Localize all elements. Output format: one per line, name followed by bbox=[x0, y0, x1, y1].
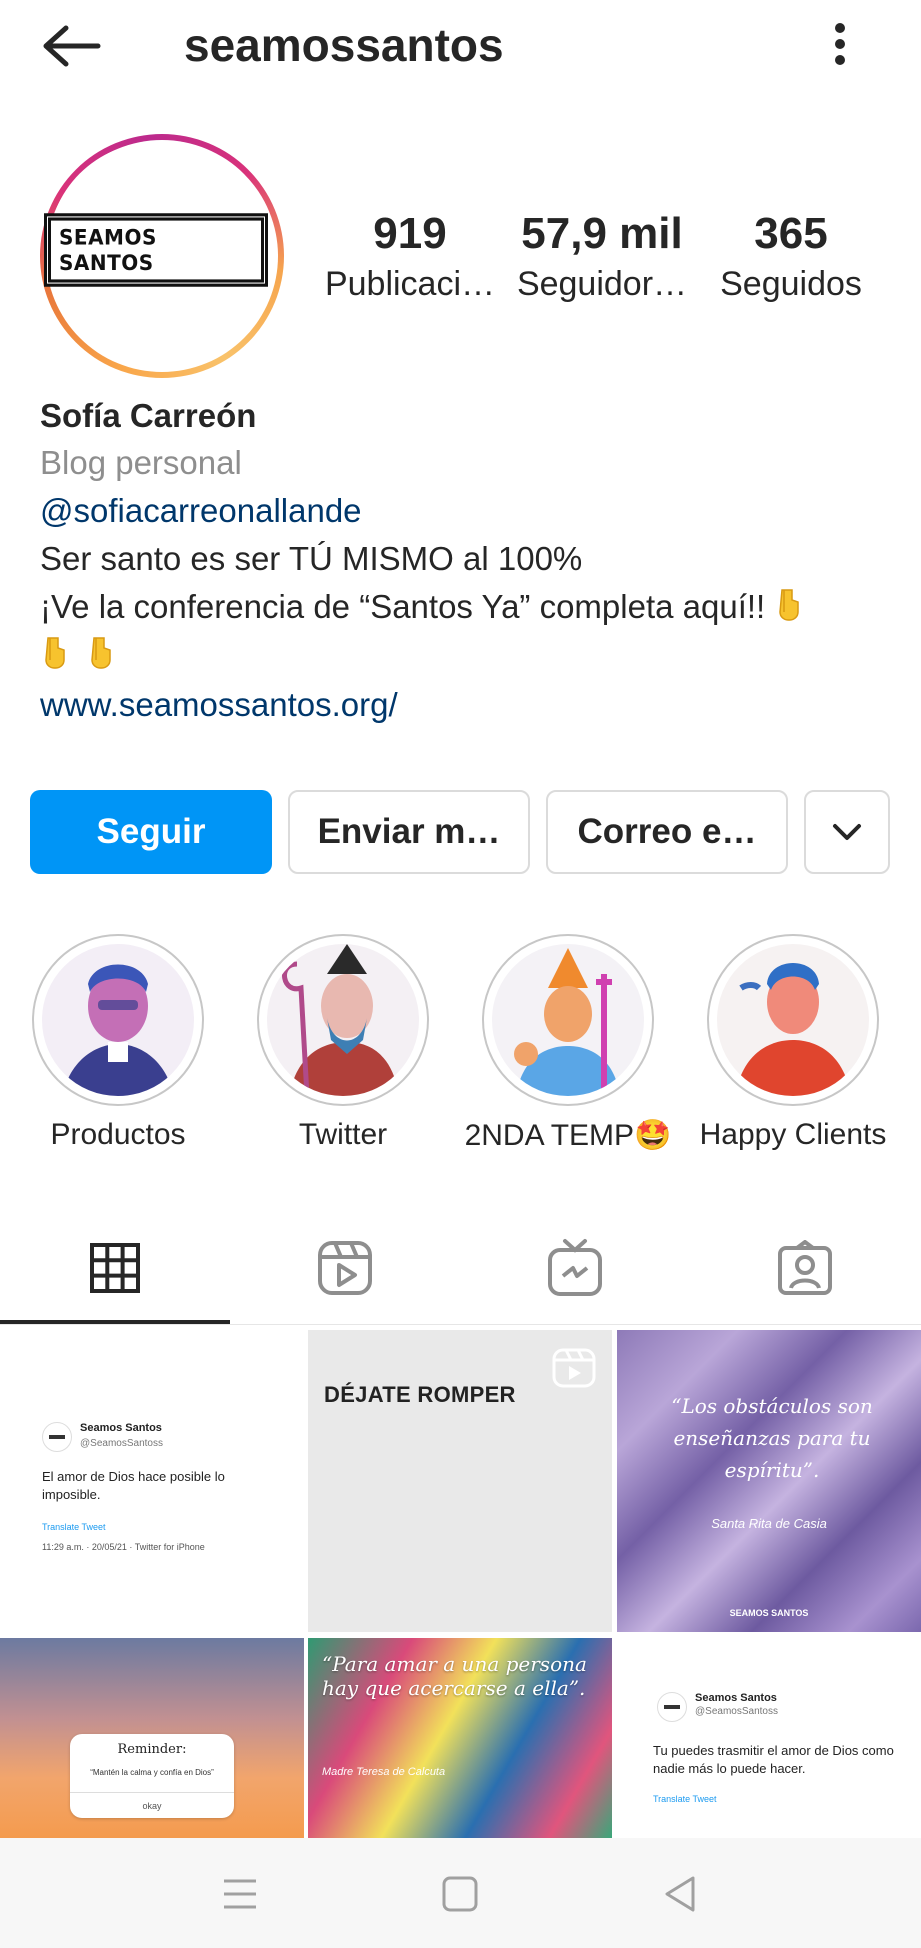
highlight-productos[interactable]: Productos bbox=[30, 934, 206, 1151]
profile-mention-link[interactable]: @sofiacarreonallande bbox=[40, 492, 362, 530]
highlight-twitter[interactable]: Twitter bbox=[255, 934, 431, 1151]
stat-posts-label: Publicaci… bbox=[324, 265, 496, 303]
menu-icon[interactable] bbox=[208, 1862, 272, 1926]
stat-posts-value: 919 bbox=[373, 209, 447, 258]
grid-icon bbox=[90, 1243, 140, 1293]
more-options-icon[interactable] bbox=[826, 18, 854, 86]
highlight-cover-image bbox=[717, 944, 869, 1096]
tweet-text: El amor de Dios hace posible lo imposibl… bbox=[42, 1469, 225, 1502]
highlight-cover-image bbox=[42, 944, 194, 1096]
post-quote-santa-rita[interactable]: “Los obstáculos son enseñanzas para tu e… bbox=[617, 1330, 921, 1632]
tab-reels[interactable] bbox=[230, 1212, 460, 1324]
post-reel-dejate-romper[interactable]: DÉJATE ROMPER bbox=[308, 1330, 612, 1632]
post-quote-madre-teresa[interactable]: “Para amar a una persona hay que acercar… bbox=[308, 1638, 612, 1838]
post-quote-author: Madre Teresa de Calcuta bbox=[322, 1766, 446, 1778]
profile-username: seamossantos bbox=[184, 19, 504, 71]
profile-website-link[interactable]: www.seamossantos.org/ bbox=[40, 686, 398, 724]
tweet-text: Tu puedes trasmitir el amor de Dios como… bbox=[653, 1743, 894, 1776]
post-quote: “Para amar a una persona hay que acercar… bbox=[322, 1652, 587, 1700]
tweet-author: Seamos Santos bbox=[695, 1692, 777, 1704]
profile-category: Blog personal bbox=[40, 444, 242, 481]
active-tab-indicator bbox=[0, 1320, 230, 1324]
system-navigation-bar bbox=[0, 1838, 921, 1948]
pointing-down-emoji-icon bbox=[86, 636, 116, 670]
pointing-down-emoji-icon bbox=[774, 588, 804, 622]
stat-following-label: Seguidos bbox=[720, 265, 862, 303]
tweet-translate: Translate Tweet bbox=[42, 1522, 106, 1532]
bio-line-2-text: ¡Ve la conferencia de “Santos Ya” comple… bbox=[40, 588, 766, 625]
post-reminder-sunset[interactable]: Reminder: “Mantén la calma y confía en D… bbox=[0, 1638, 304, 1838]
bio-line-2: ¡Ve la conferencia de “Santos Ya” comple… bbox=[40, 588, 804, 626]
suggested-dropdown-button[interactable] bbox=[804, 790, 890, 874]
profile-tabs bbox=[0, 1212, 921, 1325]
reminder-card: Reminder: “Mantén la calma y confía en D… bbox=[70, 1734, 234, 1818]
stat-posts[interactable]: 919 Publicaci… bbox=[318, 206, 502, 306]
top-bar: seamossantos bbox=[0, 0, 921, 100]
stat-followers-value: 57,9 mil bbox=[521, 209, 683, 258]
tweet-handle: @SeamosSantoss bbox=[695, 1706, 778, 1717]
chevron-down-icon bbox=[833, 824, 861, 840]
tab-posts-grid[interactable] bbox=[0, 1212, 230, 1324]
stat-following[interactable]: 365 Seguidos bbox=[706, 206, 876, 306]
avatar-logo: SEAMOS SANTOS bbox=[48, 217, 264, 283]
stat-followers-label: Seguidor… bbox=[516, 265, 688, 303]
bio-line-3 bbox=[40, 636, 116, 671]
highlight-happy-clients[interactable]: Happy Clients bbox=[700, 934, 886, 1151]
message-button[interactable]: Enviar m… bbox=[288, 790, 530, 874]
tweet-handle: @SeamosSantoss bbox=[80, 1438, 163, 1449]
tab-igtv[interactable] bbox=[460, 1212, 690, 1324]
reminder-ok: okay bbox=[70, 1792, 234, 1819]
post-caption: DÉJATE ROMPER bbox=[324, 1382, 516, 1407]
bio-line-1: Ser santo es ser TÚ MISMO al 100% bbox=[40, 540, 583, 577]
home-square-icon[interactable] bbox=[428, 1862, 492, 1926]
back-arrow-icon[interactable] bbox=[38, 22, 106, 70]
highlight-label: Productos bbox=[50, 1118, 186, 1151]
tab-tagged[interactable] bbox=[690, 1212, 920, 1324]
profile-avatar[interactable]: SEAMOS SANTOS bbox=[40, 134, 284, 378]
highlight-label: 2NDA TEMP🤩 bbox=[464, 1119, 672, 1152]
stat-following-value: 365 bbox=[754, 209, 828, 258]
tweet-avatar bbox=[657, 1692, 687, 1722]
tweet-avatar bbox=[42, 1422, 72, 1452]
highlight-label: Twitter bbox=[298, 1118, 388, 1151]
profile-name: Sofía Carreón bbox=[40, 397, 257, 434]
highlight-2nda-temp[interactable]: 2NDA TEMP🤩 bbox=[465, 934, 671, 1152]
follow-button[interactable]: Seguir bbox=[30, 790, 272, 874]
post-tweet-2[interactable]: Seamos Santos @SeamosSantoss Tu puedes t… bbox=[617, 1638, 921, 1838]
reel-badge-icon bbox=[552, 1348, 596, 1388]
post-quote: “Los obstáculos son enseñanzas para tu e… bbox=[671, 1394, 873, 1482]
email-button[interactable]: Correo e… bbox=[546, 790, 788, 874]
post-quote-author: Santa Rita de Casia bbox=[711, 1516, 827, 1531]
tweet-author: Seamos Santos bbox=[80, 1422, 162, 1434]
igtv-icon bbox=[548, 1239, 602, 1296]
highlight-label: Happy Clients bbox=[699, 1118, 887, 1151]
post-brand: SEAMOS SANTOS bbox=[729, 1608, 809, 1618]
reminder-text: “Mantén la calma y confía en Dios” bbox=[90, 1768, 214, 1777]
tweet-translate: Translate Tweet bbox=[653, 1794, 717, 1804]
back-triangle-icon[interactable] bbox=[648, 1862, 712, 1926]
post-tweet-1[interactable]: Seamos Santos @SeamosSantoss El amor de … bbox=[0, 1330, 304, 1632]
highlight-cover-image bbox=[492, 944, 644, 1096]
reminder-title: Reminder: bbox=[117, 1742, 187, 1757]
tagged-user-icon bbox=[778, 1240, 832, 1295]
tweet-meta: 11:29 a.m. · 20/05/21 · Twitter for iPho… bbox=[42, 1542, 205, 1552]
pointing-down-emoji-icon bbox=[40, 636, 70, 670]
stat-followers[interactable]: 57,9 mil Seguidor… bbox=[512, 206, 692, 306]
reels-icon bbox=[318, 1241, 372, 1295]
highlight-cover-image bbox=[267, 944, 419, 1096]
